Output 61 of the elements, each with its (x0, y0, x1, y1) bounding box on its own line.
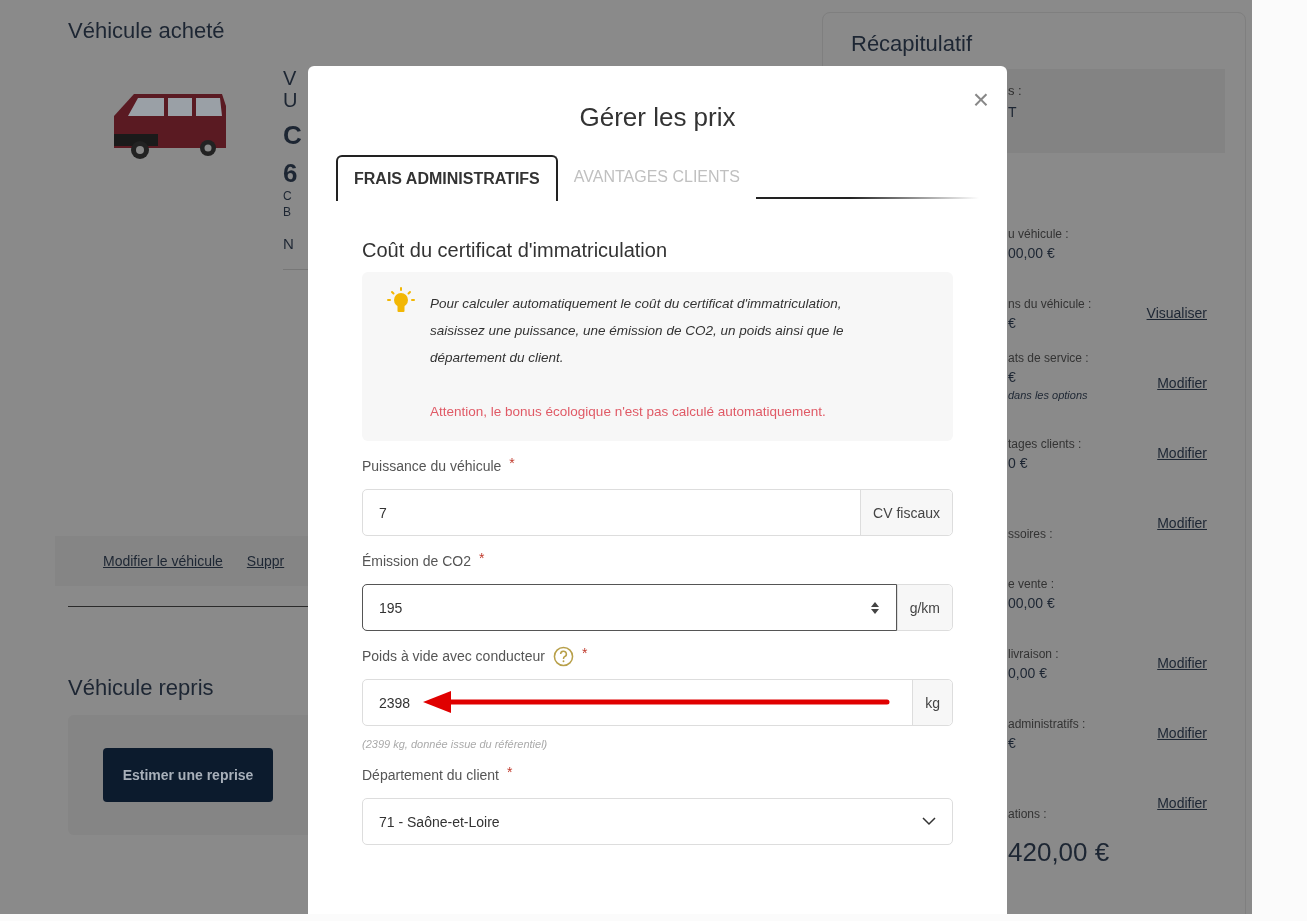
summary-link[interactable]: Modifier (1157, 375, 1207, 391)
summary-label: ations : (1008, 807, 1047, 821)
estimate-button[interactable]: Estimer une reprise (103, 748, 273, 802)
vehicle-text-fragment: B (283, 206, 291, 218)
summary-link[interactable]: Modifier (1157, 795, 1207, 811)
summary-link[interactable]: Visualiser (1146, 305, 1207, 321)
summary-value: € (1008, 315, 1017, 331)
summary-value: € (1008, 369, 1017, 385)
action-link[interactable]: Suppr (246, 553, 285, 569)
required-mark: * (581, 645, 588, 661)
summary-link[interactable]: Modifier (1157, 445, 1207, 461)
summary-label: ns du véhicule : (1008, 297, 1092, 311)
summary-value: 0,00 € (1008, 665, 1048, 681)
required-mark: * (506, 764, 513, 780)
summary-label: u véhicule : (1008, 227, 1069, 241)
select-field[interactable]: 71 - Saône-et-Loire (362, 798, 953, 845)
summary-box-text: T (1008, 104, 1018, 120)
vehicle-text-fragment: V (283, 68, 297, 88)
close-button[interactable]: × (972, 86, 989, 114)
summary-box-text: s : (1008, 83, 1023, 98)
warning-text: Attention, le bonus écologique n'est pas calculé automatiquement. (430, 403, 827, 421)
summary-label: e vente : (1008, 577, 1055, 591)
required-mark: * (478, 550, 485, 566)
field-label: Émission de CO2 (362, 553, 471, 569)
summary-label: tages clients : (1008, 437, 1082, 451)
help-icon[interactable] (552, 645, 574, 667)
vehicle-text-fragment: 6 (283, 160, 298, 186)
input-field[interactable]: 195 (362, 584, 897, 631)
field-hint: (2399 kg, donnée issue du référentiel) (362, 738, 549, 750)
summary-label: administratifs : (1008, 717, 1086, 731)
summary-note: dans les options (1008, 389, 1089, 401)
chevron-down-icon (922, 817, 936, 826)
summary-total: 420,00 € (1008, 837, 1111, 868)
summary-label: ssoires : (1008, 527, 1053, 541)
summary-link[interactable]: Modifier (1157, 515, 1207, 531)
section-title: Véhicule repris (68, 675, 215, 701)
field-label: Département du client (362, 767, 499, 783)
summary-value: 00,00 € (1008, 245, 1056, 261)
summary-title: Récapitulatif (851, 31, 974, 57)
summary-link[interactable]: Modifier (1157, 655, 1207, 671)
section-title: Véhicule acheté (68, 18, 226, 44)
spinner-icon[interactable] (869, 600, 880, 615)
summary-link[interactable]: Modifier (1157, 725, 1207, 741)
required-mark: * (509, 455, 515, 471)
vehicle-text-fragment: U (283, 90, 298, 110)
tab[interactable]: FRAIS ADMINISTRATIFS (336, 155, 558, 201)
field-label: Poids à vide avec conducteur (362, 648, 545, 664)
vehicle-text-fragment: C (283, 190, 292, 202)
action-link[interactable]: Modifier le véhicule (103, 553, 223, 569)
field-label: Puissance du véhicule (362, 458, 502, 474)
unit-label: g/km (896, 585, 952, 630)
vehicle-text-fragment: N (283, 236, 294, 251)
summary-label: livraison : (1008, 647, 1059, 661)
dialog-title: Gérer les prix (578, 102, 737, 133)
info-text: Pour calculer automatiquement le coût du certificat d'immatriculation, saisissez une puissance, une émission de CO2, un poids ainsi que le département du client. (430, 295, 845, 367)
summary-label: ats de service : (1008, 351, 1089, 365)
vehicle-text-fragment: C (283, 122, 302, 148)
summary-value: 00,00 € (1008, 595, 1055, 611)
summary-value: 0 € (1008, 455, 1029, 471)
summary-value: € (1008, 735, 1017, 751)
form-section-title: Coût du certificat d'immatriculation (362, 239, 669, 262)
